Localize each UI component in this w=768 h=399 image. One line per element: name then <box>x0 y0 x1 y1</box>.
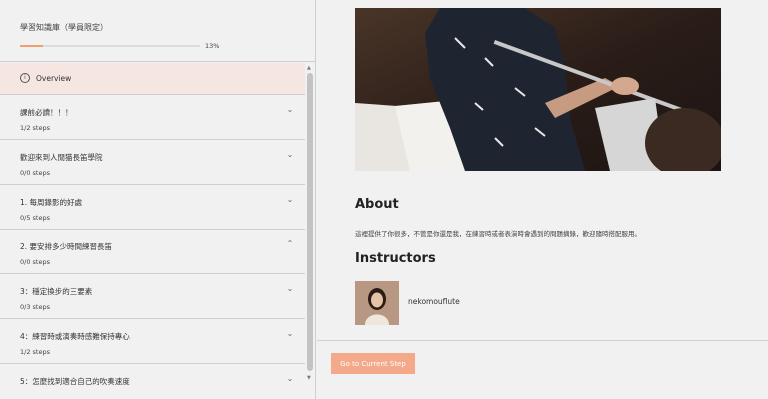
progress-label: 13% <box>205 42 220 50</box>
lesson-steps: 0/5 steps <box>20 214 50 222</box>
avatar-image <box>355 281 399 325</box>
course-title: 學習知識庫（學員限定） <box>20 23 108 32</box>
chevron-down-icon[interactable]: ⌄ <box>285 195 295 205</box>
course-main: About 這裡提供了你很多，不管是你還是我，在練習時或者表演時會遇到的問題摘錄… <box>317 0 768 399</box>
lesson-title: 課前必讀！！！ <box>20 108 73 117</box>
chevron-down-icon[interactable]: ⌄ <box>285 329 295 339</box>
hero-image <box>355 8 721 171</box>
lesson-item[interactable]: 歡迎來到人閒猫長笛學院 0/0 steps ⌄ <box>0 141 305 185</box>
about-heading: About <box>355 197 399 212</box>
lesson-title: 3：穩定換步的三要素 <box>20 287 93 296</box>
scroll-down-arrow-icon[interactable]: ▼ <box>307 375 311 381</box>
lesson-steps: 1/2 steps <box>20 124 50 132</box>
info-circle-icon: i <box>20 73 30 83</box>
chevron-down-icon[interactable]: ⌄ <box>285 150 295 160</box>
course-sidebar: 學習知識庫（學員限定） 13% i Overview 課前必讀！！！ 1/2 s… <box>0 0 316 399</box>
instructors-heading: Instructors <box>355 251 436 266</box>
lesson-item[interactable]: 4：練習時或演奏時感難保持專心 1/2 steps ⌄ <box>0 320 305 364</box>
lesson-title: 1. 每周錄影的好處 <box>20 198 83 207</box>
progress-bar-fill <box>20 45 44 47</box>
chevron-up-icon[interactable]: ⌃ <box>285 239 295 249</box>
course-header: 學習知識庫（學員限定） 13% <box>0 0 316 62</box>
chevron-down-icon[interactable]: ⌄ <box>285 374 295 384</box>
lesson-steps: 0/0 steps <box>20 169 50 177</box>
lesson-item[interactable]: 5：怎麼找到適合自己的吹奏速度 ⌄ <box>0 365 305 399</box>
lesson-title: 2. 要安排多少時間練習長笛 <box>20 242 113 251</box>
scrollbar-thumb[interactable] <box>307 73 313 371</box>
progress-bar <box>20 45 200 47</box>
app-root: 學習知識庫（學員限定） 13% i Overview 課前必讀！！！ 1/2 s… <box>0 0 768 399</box>
overview-item[interactable]: i Overview <box>0 63 305 95</box>
lesson-title: 5：怎麼找到適合自己的吹奏速度 <box>20 377 130 386</box>
go-to-current-step-button[interactable]: Go to Current Step <box>331 353 415 374</box>
footer-bar: Go to Current Step <box>317 340 768 399</box>
instructor-avatar[interactable] <box>355 281 399 325</box>
lesson-title: 歡迎來到人閒猫長笛學院 <box>20 153 103 162</box>
about-text: 這裡提供了你很多，不管是你還是我，在練習時或者表演時會遇到的問題摘錄，歡迎隨時搭… <box>355 230 641 238</box>
sidebar-scrollbar[interactable]: ▲ ▼ <box>305 63 315 385</box>
lesson-title: 4：練習時或演奏時感難保持專心 <box>20 332 130 341</box>
lesson-item[interactable]: 課前必讀！！！ 1/2 steps ⌄ <box>0 96 305 140</box>
overview-label: Overview <box>36 74 72 83</box>
instructor-name[interactable]: nekomouflute <box>408 297 460 306</box>
lesson-item[interactable]: 2. 要安排多少時間練習長笛 0/0 steps ⌃ <box>0 230 305 274</box>
flutist-photo <box>355 8 721 171</box>
lesson-item[interactable]: 1. 每周錄影的好處 0/5 steps ⌄ <box>0 186 305 230</box>
lesson-item[interactable]: 3：穩定換步的三要素 0/3 steps ⌄ <box>0 275 305 319</box>
lesson-steps: 0/3 steps <box>20 303 50 311</box>
lesson-steps: 0/0 steps <box>20 258 50 266</box>
scroll-up-arrow-icon[interactable]: ▲ <box>307 65 311 71</box>
chevron-down-icon[interactable]: ⌄ <box>285 284 295 294</box>
chevron-down-icon[interactable]: ⌄ <box>285 105 295 115</box>
lesson-steps: 1/2 steps <box>20 348 50 356</box>
